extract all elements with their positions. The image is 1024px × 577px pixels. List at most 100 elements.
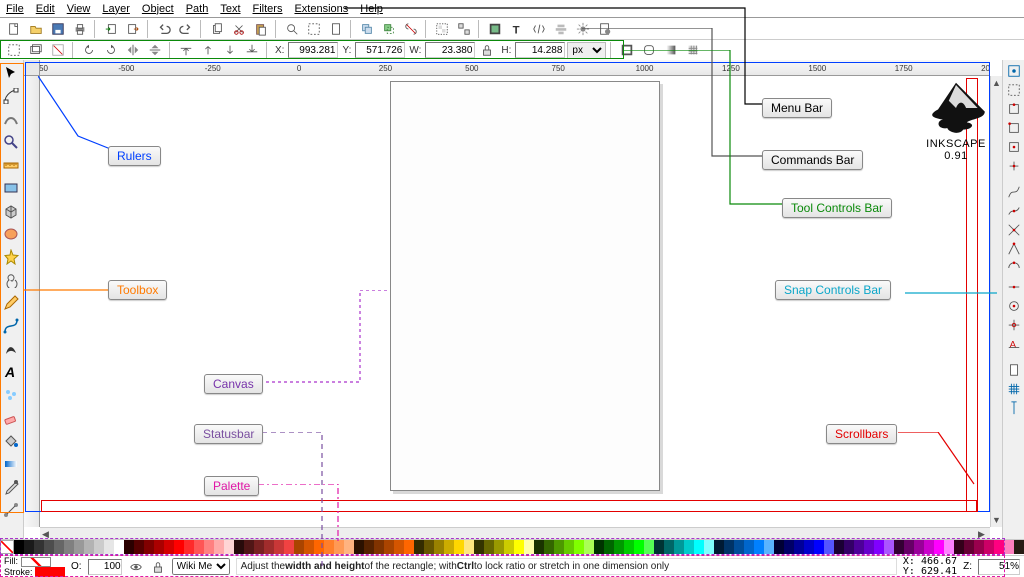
new-file-icon[interactable] (4, 19, 24, 39)
lower-bottom-icon[interactable] (242, 40, 262, 60)
zoom-input[interactable] (978, 559, 1020, 575)
palette-swatch[interactable] (974, 540, 984, 554)
palette-swatch[interactable] (904, 540, 914, 554)
palette-swatch[interactable] (654, 540, 664, 554)
affect-pattern-icon[interactable] (683, 40, 703, 60)
palette-swatch[interactable] (154, 540, 164, 554)
document-properties-icon[interactable] (595, 19, 615, 39)
save-icon[interactable] (48, 19, 68, 39)
h-input[interactable] (515, 42, 565, 58)
palette-swatch[interactable] (954, 540, 964, 554)
palette-swatch[interactable] (714, 540, 724, 554)
palette-swatch[interactable] (54, 540, 64, 554)
palette-swatch[interactable] (794, 540, 804, 554)
snap-bbox-center-icon[interactable] (1005, 157, 1023, 175)
snap-text-baseline-icon[interactable]: A (1005, 335, 1023, 353)
opacity-input[interactable] (88, 559, 122, 575)
palette-swatch[interactable] (664, 540, 674, 554)
palette-swatch[interactable] (34, 540, 44, 554)
palette-swatch[interactable] (934, 540, 944, 554)
raise-icon[interactable] (198, 40, 218, 60)
snap-bbox-corner-icon[interactable] (1005, 119, 1023, 137)
palette-swatch[interactable] (424, 540, 434, 554)
palette-swatch[interactable] (924, 540, 934, 554)
palette-swatch[interactable] (844, 540, 854, 554)
zoom-drawing-icon[interactable] (304, 19, 324, 39)
palette-swatch[interactable] (304, 540, 314, 554)
group-icon[interactable] (432, 19, 452, 39)
bezier-tool-icon[interactable] (0, 315, 22, 337)
menu-file[interactable]: File (4, 3, 26, 15)
palette-swatch[interactable] (144, 540, 154, 554)
palette[interactable] (0, 539, 1024, 555)
palette-swatch[interactable] (354, 540, 364, 554)
palette-swatch[interactable] (184, 540, 194, 554)
preferences-icon[interactable] (573, 19, 593, 39)
no-color-swatch[interactable] (0, 540, 14, 554)
palette-swatch[interactable] (14, 540, 24, 554)
fill-stroke-dialog-icon[interactable] (485, 19, 505, 39)
palette-swatch[interactable] (824, 540, 834, 554)
palette-swatch[interactable] (814, 540, 824, 554)
palette-swatch[interactable] (734, 540, 744, 554)
unlink-clone-icon[interactable] (401, 19, 421, 39)
snap-bbox-edge-icon[interactable] (1005, 100, 1023, 118)
gradient-tool-icon[interactable] (0, 453, 22, 475)
ruler-horizontal[interactable]: -750-500-2500250500750100012501500175020… (40, 60, 990, 76)
palette-swatch[interactable] (104, 540, 114, 554)
palette-swatch[interactable] (614, 540, 624, 554)
dropper-tool-icon[interactable] (0, 476, 22, 498)
rectangle-tool-icon[interactable] (0, 177, 22, 199)
xml-dialog-icon[interactable] (529, 19, 549, 39)
menu-layer[interactable]: Layer (100, 3, 132, 15)
ruler-vertical[interactable] (24, 76, 40, 527)
palette-swatch[interactable] (234, 540, 244, 554)
palette-swatch[interactable] (914, 540, 924, 554)
menu-help[interactable]: Help (358, 3, 385, 15)
palette-swatch[interactable] (484, 540, 494, 554)
palette-swatch[interactable] (1004, 540, 1014, 554)
snap-intersection-icon[interactable] (1005, 221, 1023, 239)
node-tool-icon[interactable] (0, 85, 22, 107)
palette-swatch[interactable] (594, 540, 604, 554)
text-tool-icon[interactable]: A (0, 361, 22, 383)
palette-swatch[interactable] (514, 540, 524, 554)
palette-swatch[interactable] (884, 540, 894, 554)
paintbucket-tool-icon[interactable] (0, 430, 22, 452)
palette-swatch[interactable] (124, 540, 134, 554)
snap-bbox-icon[interactable] (1005, 81, 1023, 99)
snap-bbox-midpoint-icon[interactable] (1005, 138, 1023, 156)
palette-swatch[interactable] (804, 540, 814, 554)
palette-swatch[interactable] (494, 540, 504, 554)
tweak-tool-icon[interactable] (0, 108, 22, 130)
menu-filters[interactable]: Filters (251, 3, 285, 15)
palette-swatch[interactable] (704, 540, 714, 554)
zoom-page-icon[interactable] (326, 19, 346, 39)
palette-swatch[interactable] (84, 540, 94, 554)
connector-tool-icon[interactable] (0, 499, 22, 521)
selector-tool-icon[interactable] (0, 62, 22, 84)
palette-swatch[interactable] (284, 540, 294, 554)
measure-tool-icon[interactable] (0, 154, 22, 176)
snap-rotation-center-icon[interactable] (1005, 316, 1023, 334)
y-input[interactable] (355, 42, 405, 58)
lower-icon[interactable] (220, 40, 240, 60)
palette-swatch[interactable] (74, 540, 84, 554)
palette-swatch[interactable] (854, 540, 864, 554)
select-all-layers-icon[interactable] (26, 40, 46, 60)
palette-swatch[interactable] (174, 540, 184, 554)
snap-line-mid-icon[interactable] (1005, 278, 1023, 296)
palette-swatch[interactable] (294, 540, 304, 554)
palette-swatch[interactable] (474, 540, 484, 554)
palette-swatch[interactable] (604, 540, 614, 554)
export-icon[interactable] (123, 19, 143, 39)
palette-swatch[interactable] (564, 540, 574, 554)
menu-view[interactable]: View (65, 3, 93, 15)
flip-v-icon[interactable] (145, 40, 165, 60)
palette-swatch[interactable] (64, 540, 74, 554)
snap-nodes-icon[interactable] (1005, 183, 1023, 201)
x-input[interactable] (288, 42, 338, 58)
open-file-icon[interactable] (26, 19, 46, 39)
palette-swatch[interactable] (204, 540, 214, 554)
layer-select[interactable]: Wiki MeLayer 1 (172, 558, 230, 575)
